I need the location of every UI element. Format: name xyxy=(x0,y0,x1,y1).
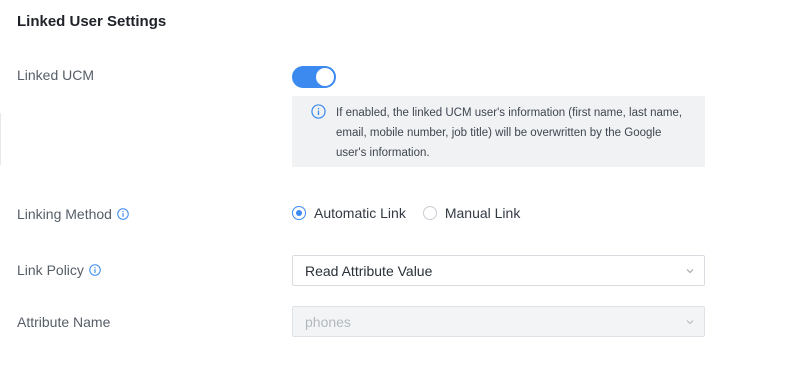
toggle-knob xyxy=(316,68,334,86)
attribute-name-label: Attribute Name xyxy=(17,314,110,330)
linking-method-help-icon[interactable] xyxy=(117,208,129,220)
link-policy-label-text: Link Policy xyxy=(17,262,84,278)
link-policy-select[interactable]: Read Attribute Value xyxy=(292,255,705,286)
section-title: Linked User Settings xyxy=(17,13,167,30)
link-policy-help-icon[interactable] xyxy=(89,264,101,276)
radio-option-automatic-link[interactable]: Automatic Link xyxy=(292,205,406,221)
chevron-down-icon xyxy=(686,320,694,325)
radio-option-manual-link[interactable]: Manual Link xyxy=(422,205,521,221)
radio-manual-link-label[interactable]: Manual Link xyxy=(445,205,521,221)
linked-ucm-label: Linked UCM xyxy=(17,67,94,83)
radio-automatic-link[interactable] xyxy=(292,206,306,220)
chevron-down-icon xyxy=(686,269,694,274)
radio-manual-link[interactable] xyxy=(422,206,437,220)
attribute-name-value: phones xyxy=(305,313,351,330)
left-panel-edge xyxy=(0,113,1,165)
linked-ucm-info-box: If enabled, the linked UCM user's inform… xyxy=(292,96,705,167)
linking-method-radio-group: Automatic Link Manual Link xyxy=(292,205,520,221)
linked-ucm-label-text: Linked UCM xyxy=(17,67,95,83)
linking-method-label: Linking Method xyxy=(17,206,129,222)
linked-ucm-toggle[interactable] xyxy=(292,66,336,88)
linked-ucm-info-text: If enabled, the linked UCM user's inform… xyxy=(336,107,683,159)
link-policy-label: Link Policy xyxy=(17,262,101,278)
link-policy-value: Read Attribute Value xyxy=(305,262,433,279)
linking-method-label-text: Linking Method xyxy=(17,206,112,222)
attribute-name-select[interactable]: phones xyxy=(292,306,705,337)
attribute-name-label-text: Attribute Name xyxy=(17,314,111,330)
info-icon xyxy=(311,104,326,119)
radio-automatic-link-label[interactable]: Automatic Link xyxy=(314,205,406,221)
